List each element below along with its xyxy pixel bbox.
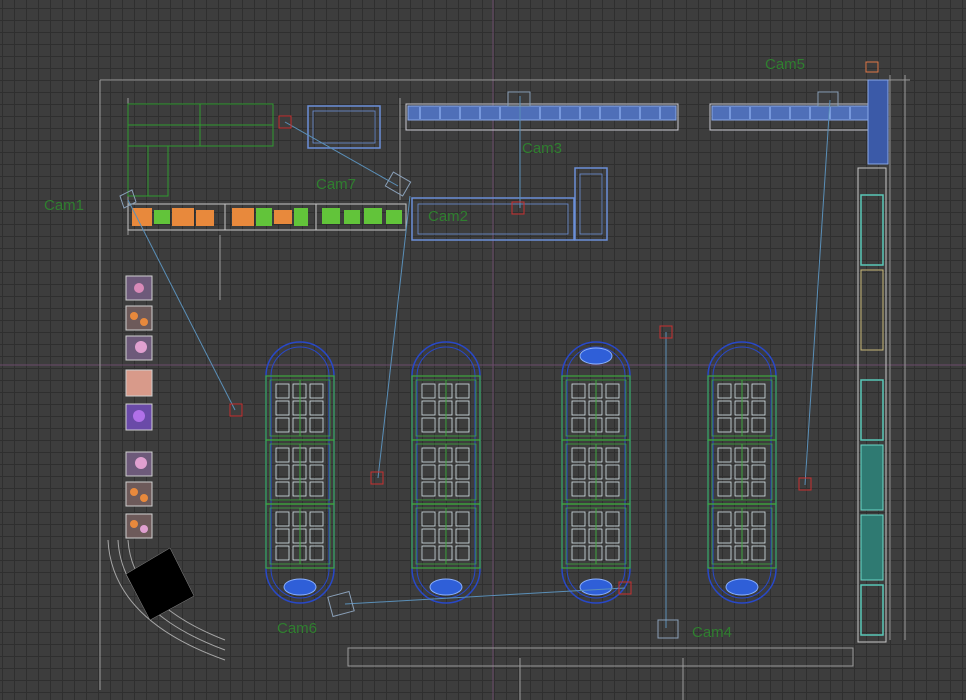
left-wall-cabinets[interactable] bbox=[125, 275, 153, 539]
camera-sight-lines bbox=[127, 96, 831, 628]
product-counter-top-left[interactable] bbox=[127, 203, 407, 231]
black-object[interactable] bbox=[125, 547, 195, 621]
table-4[interactable] bbox=[707, 341, 777, 604]
building-walls bbox=[99, 75, 910, 700]
table-3[interactable] bbox=[561, 341, 631, 604]
cam7-label[interactable]: Cam7 bbox=[316, 176, 356, 193]
storage-room-outline bbox=[127, 103, 274, 197]
cam3-label[interactable]: Cam3 bbox=[522, 140, 562, 157]
cam4-label[interactable]: Cam4 bbox=[692, 624, 732, 641]
table-2[interactable] bbox=[411, 341, 481, 604]
top-wall-shelf-right[interactable] bbox=[709, 61, 889, 165]
center-display-counter[interactable] bbox=[411, 167, 608, 241]
cam5-label[interactable]: Cam5 bbox=[765, 56, 805, 73]
cam2-label[interactable]: Cam2 bbox=[428, 208, 468, 225]
scene-svg[interactable]: Cam1 Cam2 Cam3 Cam4 Cam5 Cam6 Cam7 bbox=[0, 0, 966, 700]
table-1[interactable] bbox=[265, 341, 335, 604]
top-wall-shelf-center[interactable] bbox=[405, 103, 679, 131]
right-wall-shelf[interactable] bbox=[857, 167, 887, 643]
cam6-label[interactable]: Cam6 bbox=[277, 620, 317, 637]
camera-labels: Cam1 Cam2 Cam3 Cam4 Cam5 Cam6 Cam7 bbox=[44, 56, 805, 641]
viewport-top-view[interactable]: Cam1 Cam2 Cam3 Cam4 Cam5 Cam6 Cam7 bbox=[0, 0, 966, 700]
cam1-label[interactable]: Cam1 bbox=[44, 197, 84, 214]
display-tables-group bbox=[265, 341, 777, 604]
